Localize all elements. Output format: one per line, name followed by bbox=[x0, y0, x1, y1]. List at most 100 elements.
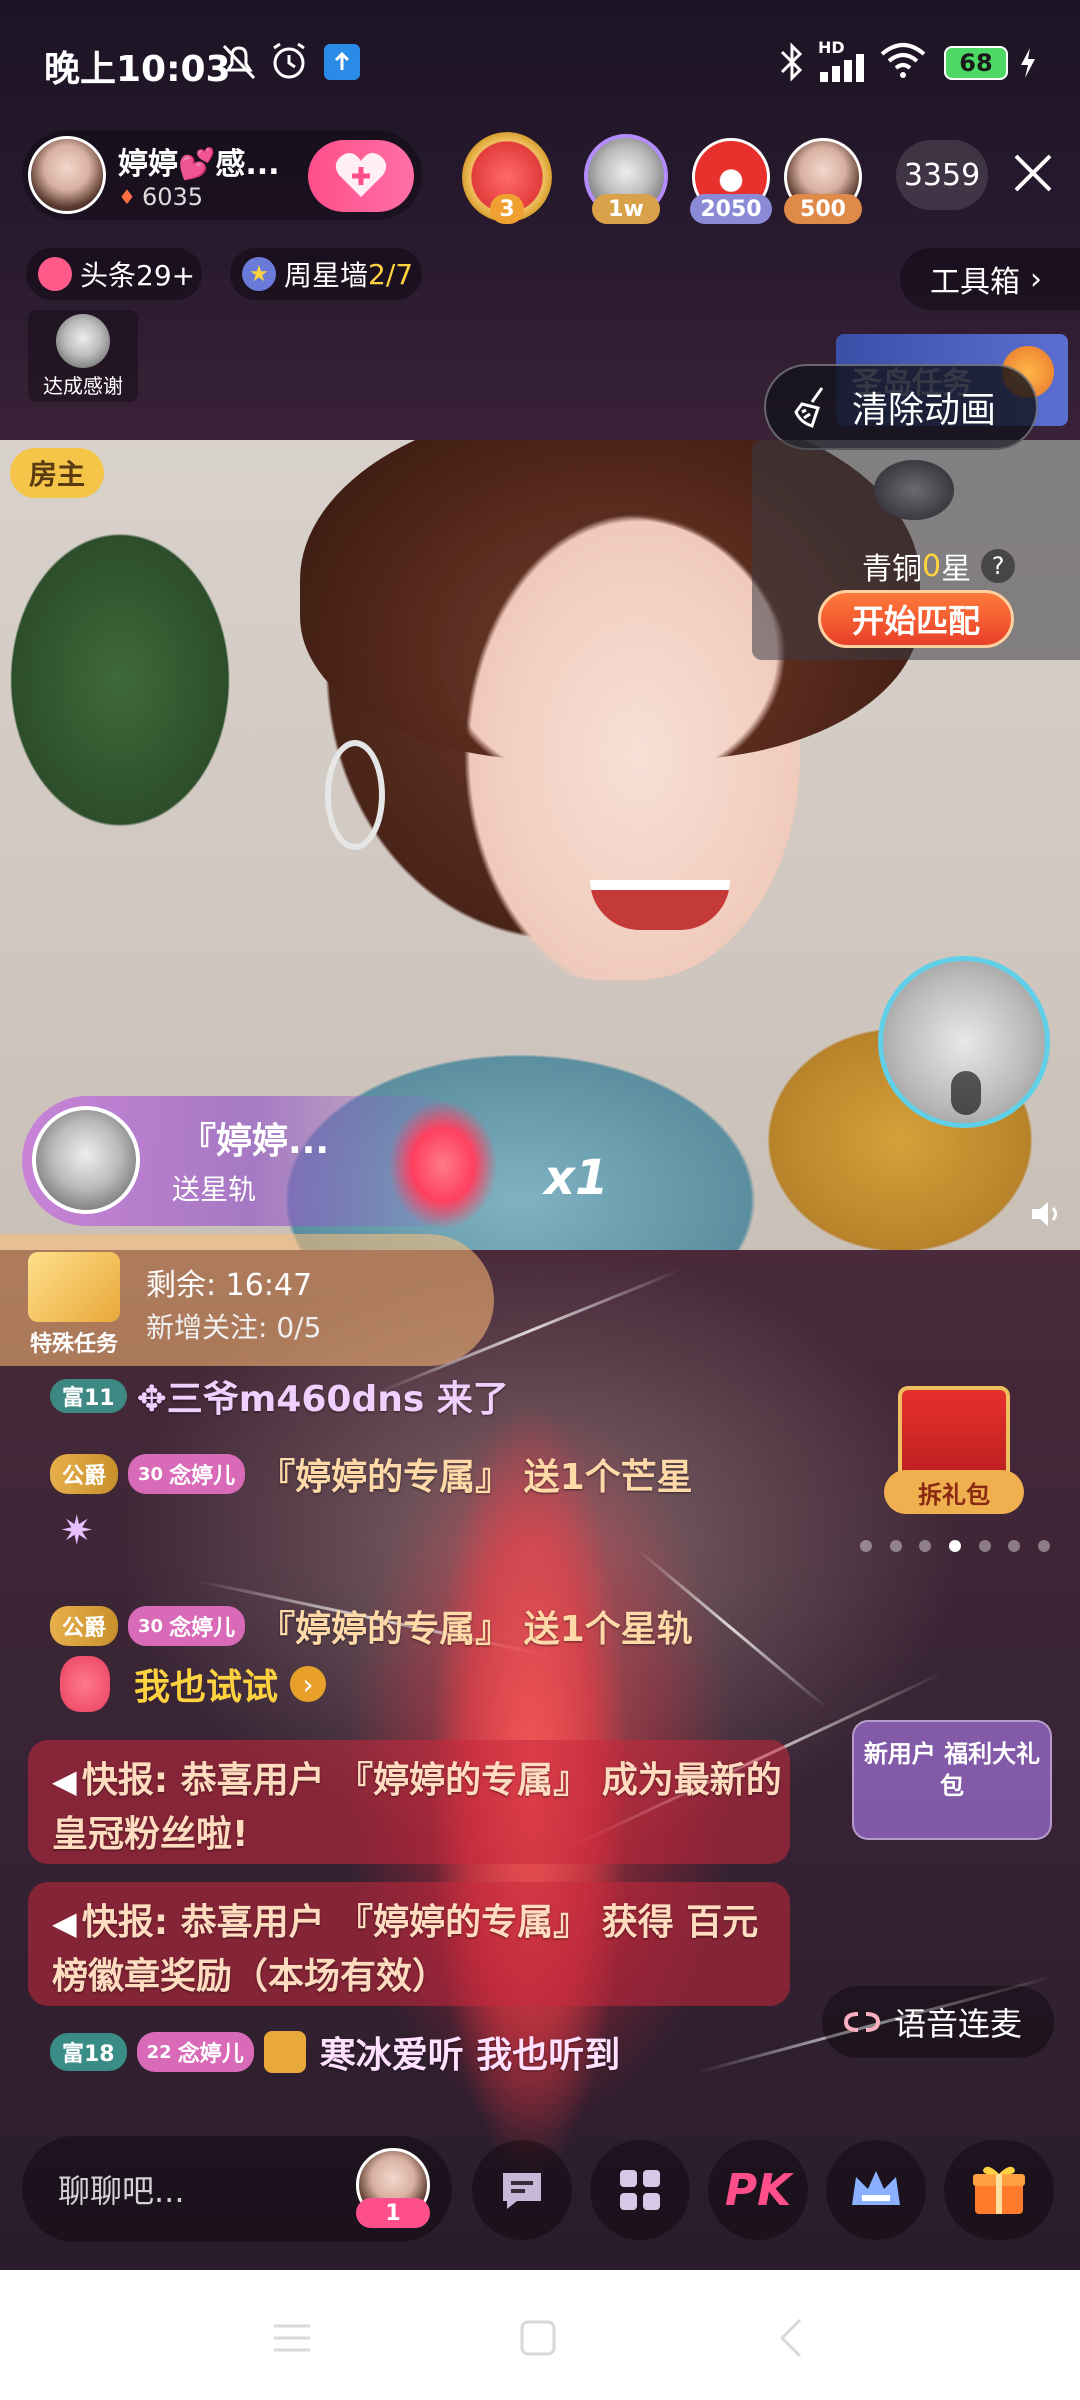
megaphone-icon: ◀ bbox=[52, 1762, 77, 1800]
special-task-label: 特殊任务 bbox=[30, 1332, 119, 1357]
headline-label: 头条29+ bbox=[80, 259, 196, 292]
mic-icon bbox=[951, 1071, 981, 1115]
noble-button[interactable] bbox=[826, 2140, 926, 2240]
chat-message[interactable]: 富18 22 念婷儿 寒冰爱听 我也听到 bbox=[50, 2026, 620, 2078]
chat-message[interactable]: 公爵 30 念婷儿 『婷婷的专属』 送1个星轨 bbox=[50, 1600, 693, 1652]
megaphone-icon: ◀ bbox=[52, 1904, 77, 1942]
toolbox-button[interactable]: 工具箱 › bbox=[900, 248, 1080, 310]
announcement-text: 快报: 恭喜用户 『婷婷的专属』 获得 百元榜徽章奖励（本场有效） bbox=[52, 1902, 759, 1997]
gift-count: x1 bbox=[544, 1150, 609, 1206]
broom-icon bbox=[794, 387, 824, 428]
chevron-right-icon: › bbox=[1030, 261, 1042, 297]
gift-action: 送星轨 bbox=[172, 1173, 257, 1206]
chevron-right-icon: › bbox=[290, 1666, 327, 1702]
rank-emblem-icon bbox=[874, 460, 954, 520]
host-avatar[interactable] bbox=[28, 136, 106, 214]
new-user-widget[interactable]: 新用户 福利大礼包 bbox=[852, 1720, 1052, 1840]
fan-level: 22 bbox=[146, 2041, 172, 2063]
earring bbox=[325, 740, 385, 850]
gift-box-icon bbox=[28, 1252, 120, 1322]
charging-icon bbox=[1018, 46, 1038, 84]
chat-text: 『婷婷的专属』 送1个星轨 bbox=[259, 1609, 693, 1650]
star-track-icon bbox=[60, 1656, 110, 1712]
clear-animation-button[interactable]: 清除动画 bbox=[764, 364, 1038, 450]
help-icon[interactable]: ? bbox=[981, 549, 1016, 583]
battery-indicator: 68 bbox=[944, 46, 1008, 80]
chat-message[interactable]: 公爵 30 念婷儿 『婷婷的专属』 送1个芒星 bbox=[50, 1448, 693, 1500]
sound-icon[interactable] bbox=[1028, 1198, 1064, 1234]
alarm-icon bbox=[268, 40, 310, 86]
chat-text: 『婷婷的专属』 送1个芒星 bbox=[259, 1457, 693, 1498]
heart-plus-icon bbox=[335, 153, 387, 197]
headline-pill[interactable]: 头条29+ bbox=[26, 248, 202, 300]
start-match-button[interactable]: 开始匹配 bbox=[818, 590, 1014, 648]
noble-badge: 公爵 bbox=[50, 1454, 119, 1494]
fan-badge: 念婷儿 bbox=[169, 1616, 236, 1641]
fan-level: 30 bbox=[138, 1615, 164, 1637]
viewer-rank-badge: 500 bbox=[784, 194, 862, 224]
fan-badge: 念婷儿 bbox=[169, 1464, 236, 1489]
voice-link-label: 语音连麦 bbox=[894, 2005, 1023, 2043]
announcement-card[interactable]: ◀ 快报: 恭喜用户 『婷婷的专属』 成为最新的皇冠粉丝啦! bbox=[28, 1740, 790, 1864]
wifi-icon bbox=[878, 40, 928, 84]
thanks-label: 达成感谢 bbox=[43, 374, 123, 398]
carousel-dots bbox=[860, 1540, 1050, 1554]
viewer-count[interactable]: 3359 bbox=[896, 140, 988, 210]
close-icon[interactable] bbox=[1010, 150, 1056, 200]
gift-icon bbox=[973, 2166, 1025, 2214]
gift-box-widget[interactable]: 拆礼包 bbox=[884, 1370, 1024, 1520]
flame-icon: ♦ bbox=[118, 185, 136, 209]
fan-badge: 念婷儿 bbox=[177, 2042, 244, 2067]
voice-link-button[interactable]: 语音连麦 bbox=[822, 1986, 1054, 2058]
try-it-link[interactable]: 我也试试 › bbox=[60, 1656, 327, 1712]
follow-button[interactable] bbox=[308, 140, 414, 212]
flame-icon bbox=[38, 257, 72, 291]
crown-icon bbox=[852, 2171, 900, 2205]
weekly-star-label: 周星墙 bbox=[284, 259, 369, 292]
sparkle-icon: ✷ bbox=[60, 1508, 94, 1554]
message-button[interactable] bbox=[472, 2140, 572, 2240]
host-heat: 6035 bbox=[141, 183, 204, 211]
chat-text: 寒冰爱听 我也听到 bbox=[319, 2035, 621, 2076]
weekly-star-value: 2/7 bbox=[368, 257, 414, 291]
chat-input-placeholder: 聊聊吧... bbox=[58, 2172, 185, 2210]
announcement-text: 快报: 恭喜用户 『婷婷的专属』 成为最新的皇冠粉丝啦! bbox=[52, 1760, 782, 1855]
link-icon bbox=[843, 2012, 881, 2032]
try-it-label: 我也试试 bbox=[134, 1667, 279, 1708]
wealth-badge: 富11 bbox=[50, 1379, 127, 1413]
sender-name: 『婷婷... bbox=[180, 1121, 330, 1162]
thanks-widget[interactable]: 达成感谢 bbox=[28, 310, 138, 402]
more-apps-button[interactable] bbox=[590, 2140, 690, 2240]
sender-avatar[interactable] bbox=[32, 1106, 140, 1214]
tier-suffix: 星 bbox=[941, 552, 972, 587]
thanks-avatar bbox=[56, 314, 110, 368]
wealth-badge: 富18 bbox=[50, 2033, 127, 2071]
gift-button[interactable] bbox=[944, 2140, 1054, 2240]
star-track-gift-icon bbox=[388, 1100, 498, 1230]
gift-box-label: 拆礼包 bbox=[884, 1470, 1024, 1514]
task-remaining: 剩余: 16:47 bbox=[146, 1268, 313, 1303]
pk-button[interactable]: PK bbox=[708, 2140, 808, 2240]
home-nav-icon[interactable] bbox=[518, 2318, 558, 2362]
announcement-card[interactable]: ◀ 快报: 恭喜用户 『婷婷的专属』 获得 百元榜徽章奖励（本场有效） bbox=[28, 1882, 790, 2006]
star-icon: ★ bbox=[242, 257, 276, 291]
noble-badge: 公爵 bbox=[50, 1606, 119, 1646]
menu-nav-icon[interactable] bbox=[270, 2320, 314, 2360]
task-followers: 新增关注: 0/5 bbox=[146, 1311, 322, 1344]
co-host-avatar[interactable] bbox=[878, 956, 1050, 1128]
chat-message[interactable]: 富11 ✥三爷m460dns 来了 bbox=[50, 1370, 509, 1422]
tier-value: 0 bbox=[922, 548, 942, 584]
toolbox-label: 工具箱 bbox=[930, 265, 1020, 300]
tier-prefix: 青铜 bbox=[862, 552, 922, 587]
room-owner-badge: 房主 bbox=[10, 448, 104, 498]
notification-app-icon bbox=[324, 44, 360, 80]
grid-icon bbox=[620, 2170, 660, 2210]
silent-bell-icon bbox=[220, 42, 258, 86]
viewer-rank-badge: 3 bbox=[490, 194, 524, 224]
viewer-rank-badge: 1w bbox=[592, 194, 660, 224]
weekly-star-pill[interactable]: ★ 周星墙 2/7 bbox=[230, 248, 422, 300]
special-task-card[interactable]: 特殊任务 剩余: 16:47 新增关注: 0/5 bbox=[0, 1234, 494, 1366]
fan-level: 30 bbox=[138, 1463, 164, 1485]
back-nav-icon[interactable] bbox=[776, 2316, 806, 2364]
rank-match-panel[interactable]: 青铜 0 星 ? 开始匹配 bbox=[752, 440, 1080, 660]
